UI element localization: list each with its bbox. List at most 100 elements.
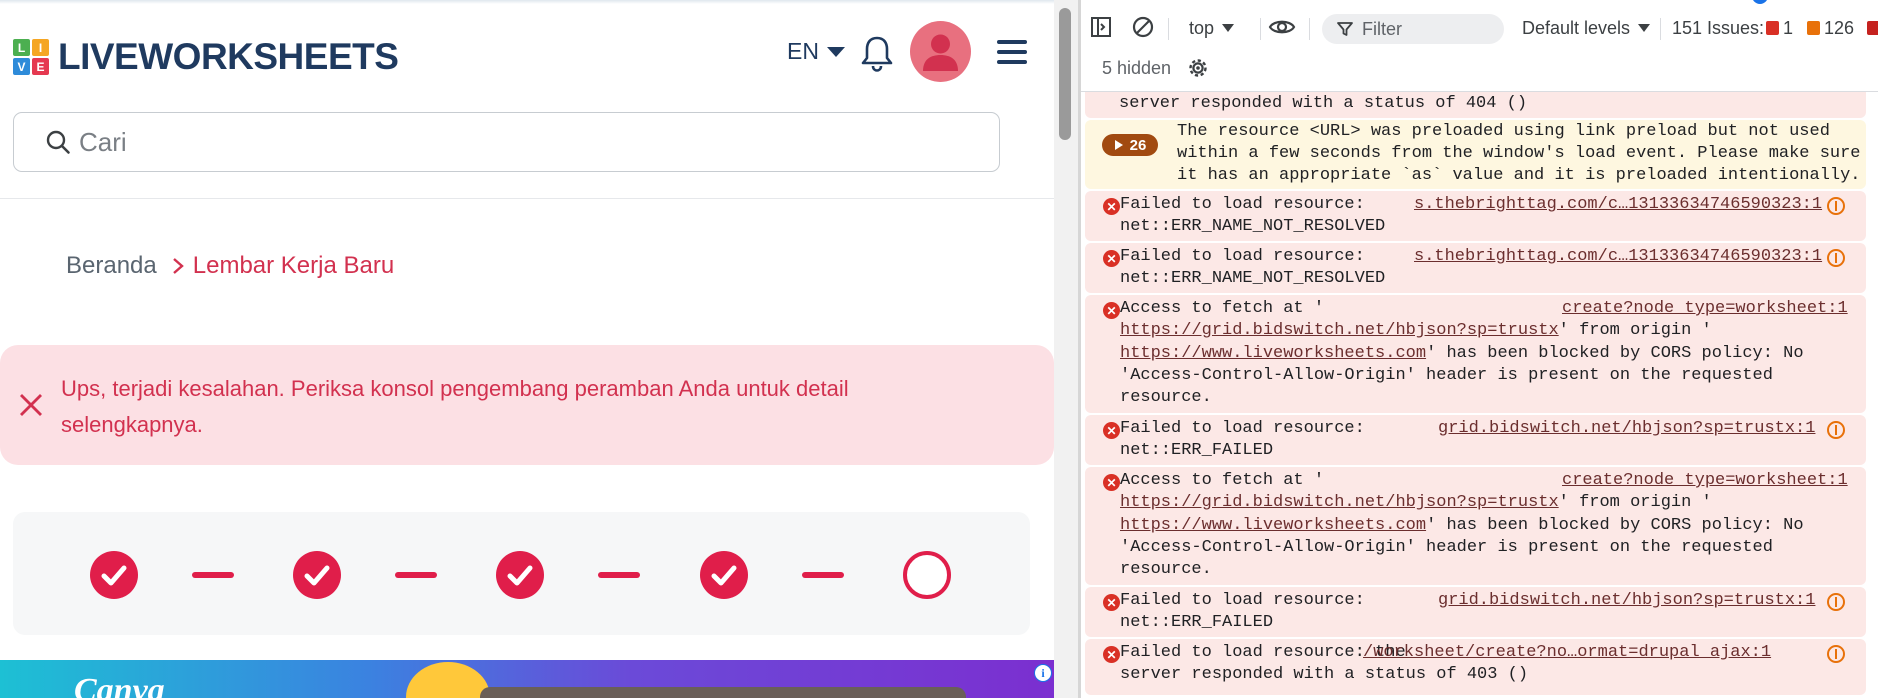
request-url-link[interactable]: https://grid.bidswitch.net/hbjson?sp=tru… [1120, 321, 1559, 340]
ad-banner-text: Canva [74, 672, 165, 698]
request-url-link[interactable]: https://grid.bidswitch.net/hbjson?sp=tru… [1120, 493, 1559, 512]
user-silhouette-icon [923, 34, 958, 71]
error-icon: ✕ [1103, 250, 1120, 267]
settings-gear-icon[interactable] [1186, 56, 1210, 80]
filter-placeholder: Filter [1362, 19, 1402, 39]
log-levels-dropdown[interactable]: Default levels [1522, 18, 1651, 39]
log-line: Failed to load resource: [1120, 195, 1365, 214]
filter-input[interactable]: Filter [1322, 14, 1504, 44]
logo-text: LIVEWORKSHEETS [58, 36, 399, 77]
log-entry-error[interactable]: server responded with a status of 404 () [1085, 92, 1866, 118]
log-entry-error[interactable]: ✕ Failed to load resource: net::ERR_FAIL… [1085, 415, 1866, 465]
log-entry-error[interactable]: ✕ Failed to load resource: the server re… [1085, 639, 1866, 695]
error-icon: ✕ [1103, 646, 1120, 663]
log-line: 'Access-Control-Allow-Origin' header is … [1120, 538, 1773, 557]
network-request-icon[interactable] [1827, 197, 1845, 215]
source-link[interactable]: /worksheet/create?no…ormat=drupal_ajax:1 [1363, 642, 1771, 665]
log-line: resource. [1120, 388, 1212, 407]
emoji-image [406, 662, 490, 698]
checkmark-icon [304, 565, 330, 586]
expand-arrow-icon [1114, 140, 1123, 150]
log-line: Access to fetch at ' [1120, 299, 1325, 318]
user-avatar-icon[interactable] [910, 21, 971, 82]
source-link[interactable]: create?node_type=worksheet:1 [1562, 470, 1848, 493]
screen: L I V E LIVEWORKSHEETS EN Cari Beranda L… [0, 0, 1878, 698]
log-line: 'Access-Control-Allow-Origin' header is … [1120, 366, 1773, 385]
log-entry-error[interactable]: ✕ Failed to load resource: net::ERR_FAIL… [1085, 587, 1866, 637]
log-text: ' has been blocked by CORS policy: No [1426, 344, 1804, 363]
error-icon: ✕ [1103, 198, 1120, 215]
search-input[interactable] [79, 126, 979, 158]
network-request-icon[interactable] [1827, 421, 1845, 439]
top-border [0, 0, 1054, 4]
network-request-icon[interactable] [1827, 249, 1845, 267]
notification-dot [1752, 0, 1768, 4]
log-entry-error[interactable]: ✕ Access to fetch at ' create?node_type=… [1085, 295, 1866, 413]
console-scrollbar[interactable] [1867, 92, 1878, 698]
error-icon: ✕ [1103, 474, 1120, 491]
log-text: ' has been blocked by CORS policy: No [1426, 516, 1804, 535]
log-line: net::ERR_FAILED [1120, 441, 1274, 460]
console-log: server responded with a status of 404 ()… [1081, 92, 1878, 698]
step-connector [598, 572, 640, 578]
log-line: server responded with a status of 403 () [1120, 665, 1529, 684]
ad-photo [480, 687, 966, 698]
hamburger-menu-icon[interactable] [997, 40, 1027, 64]
website-pane: L I V E LIVEWORKSHEETS EN Cari Beranda L… [0, 0, 1054, 698]
breadcrumb: Beranda Lembar Kerja Baru [66, 252, 394, 280]
log-line: https://www.liveworksheets.com' has been… [1120, 343, 1804, 366]
log-line: Access to fetch at ' [1120, 471, 1325, 490]
page-scrollbar-thumb[interactable] [1059, 8, 1071, 140]
hidden-count: 5 hidden [1102, 58, 1172, 78]
log-levels-label: Default levels [1522, 18, 1631, 38]
log-line: it has an appropriate `as` value and it … [1177, 166, 1861, 185]
clear-console-icon[interactable] [1132, 16, 1154, 38]
log-text: ' from origin ' [1558, 493, 1712, 512]
origin-url-link[interactable]: https://www.liveworksheets.com [1120, 516, 1426, 535]
close-icon[interactable] [18, 392, 44, 418]
logo[interactable]: L I V E LIVEWORKSHEETS [13, 36, 399, 78]
search-box[interactable] [13, 112, 1000, 172]
step-completed [293, 551, 341, 599]
log-line: Failed to load resource: [1120, 247, 1365, 266]
console-toolbar: top Filter Default levels 151 Issues: 1 … [1081, 0, 1878, 92]
source-link[interactable]: s.thebrighttag.com/c…13133634746590323:1 [1414, 194, 1822, 217]
source-link[interactable]: grid.bidswitch.net/hbjson?sp=trustx:1 [1438, 590, 1815, 613]
step-connector [802, 572, 844, 578]
network-request-icon[interactable] [1827, 645, 1845, 663]
source-link[interactable]: create?node_type=worksheet:1 [1562, 298, 1848, 321]
log-line: Failed to load resource: [1120, 419, 1365, 438]
source-link[interactable]: s.thebrighttag.com/c…13133634746590323:1 [1414, 246, 1822, 269]
step-connector [192, 572, 234, 578]
network-request-icon[interactable] [1827, 593, 1845, 611]
log-line: https://www.liveworksheets.com' has been… [1120, 515, 1804, 538]
toolbar-divider [1309, 18, 1310, 40]
log-line: net::ERR_NAME_NOT_RESOLVED [1120, 217, 1386, 236]
log-entry-warning[interactable]: 26 The resource <URL> was preloaded usin… [1085, 120, 1866, 189]
ad-info-icon[interactable]: i [1034, 664, 1052, 682]
repeat-count-badge[interactable]: 26 [1102, 134, 1158, 156]
logo-letter: E [32, 58, 49, 75]
toolbar-divider [1660, 18, 1661, 40]
language-selector[interactable]: EN [787, 38, 845, 65]
log-text: ' from origin ' [1558, 321, 1712, 340]
log-line: https://grid.bidswitch.net/hbjson?sp=tru… [1120, 320, 1712, 343]
log-entry-error[interactable]: ✕ Failed to load resource: net::ERR_NAME… [1085, 243, 1866, 293]
breadcrumb-home-link[interactable]: Beranda [66, 252, 157, 280]
header-divider [0, 198, 1054, 199]
origin-url-link[interactable]: https://www.liveworksheets.com [1120, 344, 1426, 363]
issues-counter[interactable]: 151 Issues: [1672, 18, 1764, 39]
chevron-right-icon [172, 258, 184, 274]
log-entry-error[interactable]: ✕ Access to fetch at ' create?node_type=… [1085, 467, 1866, 585]
ad-banner[interactable]: Canva [0, 660, 1054, 698]
context-selector[interactable]: top [1189, 18, 1235, 39]
step-pending [903, 551, 951, 599]
breadcrumb-current: Lembar Kerja Baru [192, 252, 395, 279]
menu-line [997, 40, 1027, 44]
sidebar-toggle-icon[interactable] [1090, 16, 1112, 38]
eye-icon[interactable] [1268, 16, 1296, 38]
source-link[interactable]: grid.bidswitch.net/hbjson?sp=trustx:1 [1438, 418, 1815, 441]
bell-icon[interactable] [860, 34, 894, 72]
log-entry-error[interactable]: ✕ Failed to load resource: net::ERR_NAME… [1085, 191, 1866, 241]
error-icon: ✕ [1103, 422, 1120, 439]
